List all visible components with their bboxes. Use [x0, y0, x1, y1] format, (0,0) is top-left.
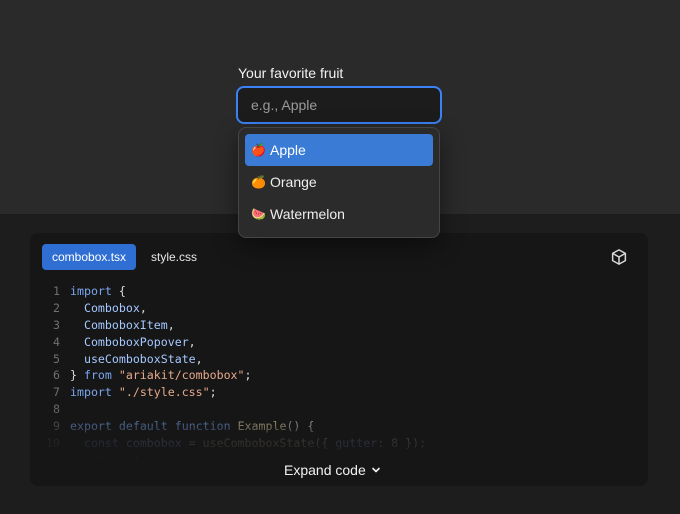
line-number: 1: [53, 284, 60, 298]
line-number: 6: [53, 368, 60, 383]
code-token: useComboboxState: [83, 351, 196, 366]
code-token: ,: [167, 317, 175, 332]
watermelon-icon: 🍉: [251, 207, 266, 221]
expand-code-button[interactable]: Expand code: [284, 459, 381, 481]
line-number: 7: [53, 385, 60, 400]
option-watermelon[interactable]: 🍉 Watermelon: [245, 198, 433, 230]
code-line: 4 ComboboxPopover,: [40, 334, 426, 351]
code-token: ComboboxItem: [83, 317, 168, 332]
code-token: "ariakit/combobox": [118, 368, 245, 383]
code-token: import: [70, 385, 112, 400]
code-token: ;: [244, 368, 252, 383]
cube-icon[interactable]: [610, 248, 628, 266]
code-token: Combobox: [83, 300, 140, 315]
code-line: 5 useComboboxState,: [40, 351, 426, 368]
option-label: Apple: [270, 142, 306, 158]
code-token: ,: [139, 300, 147, 315]
code-token: {: [111, 284, 126, 298]
code-token: from: [83, 368, 112, 383]
code-line: 3 ComboboxItem,: [40, 317, 426, 334]
code-token: ,: [195, 351, 203, 366]
code-token: ;: [209, 385, 217, 400]
option-orange[interactable]: 🍊 Orange: [245, 166, 433, 198]
code-token: import: [70, 284, 112, 298]
combobox-popover: 🍎 Apple 🍊 Orange 🍉 Watermelon: [238, 127, 440, 238]
code-line: 1 import {: [40, 283, 426, 300]
code-token: "./style.css": [118, 385, 210, 400]
option-apple[interactable]: 🍎 Apple: [245, 134, 433, 166]
tab-combobox-tsx[interactable]: combobox.tsx: [42, 244, 137, 270]
line-number: 2: [53, 300, 60, 315]
apple-icon: 🍎: [251, 143, 266, 157]
fruit-combobox-input[interactable]: [236, 86, 442, 124]
line-number: 3: [53, 317, 60, 332]
combobox-label: Your favorite fruit: [238, 65, 344, 81]
code-token: ComboboxPopover: [83, 334, 189, 349]
orange-icon: 🍊: [251, 175, 266, 189]
code-token: ,: [188, 334, 196, 349]
chevron-down-icon: [371, 467, 380, 473]
option-label: Watermelon: [270, 206, 345, 222]
code-token: }: [70, 368, 84, 383]
code-line: 6} from "ariakit/combobox";: [40, 367, 426, 384]
code-line: 7 import "./style.css";: [40, 384, 426, 401]
expand-code-label: Expand code: [284, 462, 366, 478]
line-number: 5: [53, 351, 60, 366]
code-line: 2 Combobox,: [40, 300, 426, 317]
line-number: 4: [53, 334, 60, 349]
tab-style-css[interactable]: style.css: [141, 244, 207, 270]
option-label: Orange: [270, 174, 317, 190]
code-panel: combobox.tsx style.css 1 import {2 Combob…: [30, 233, 648, 486]
